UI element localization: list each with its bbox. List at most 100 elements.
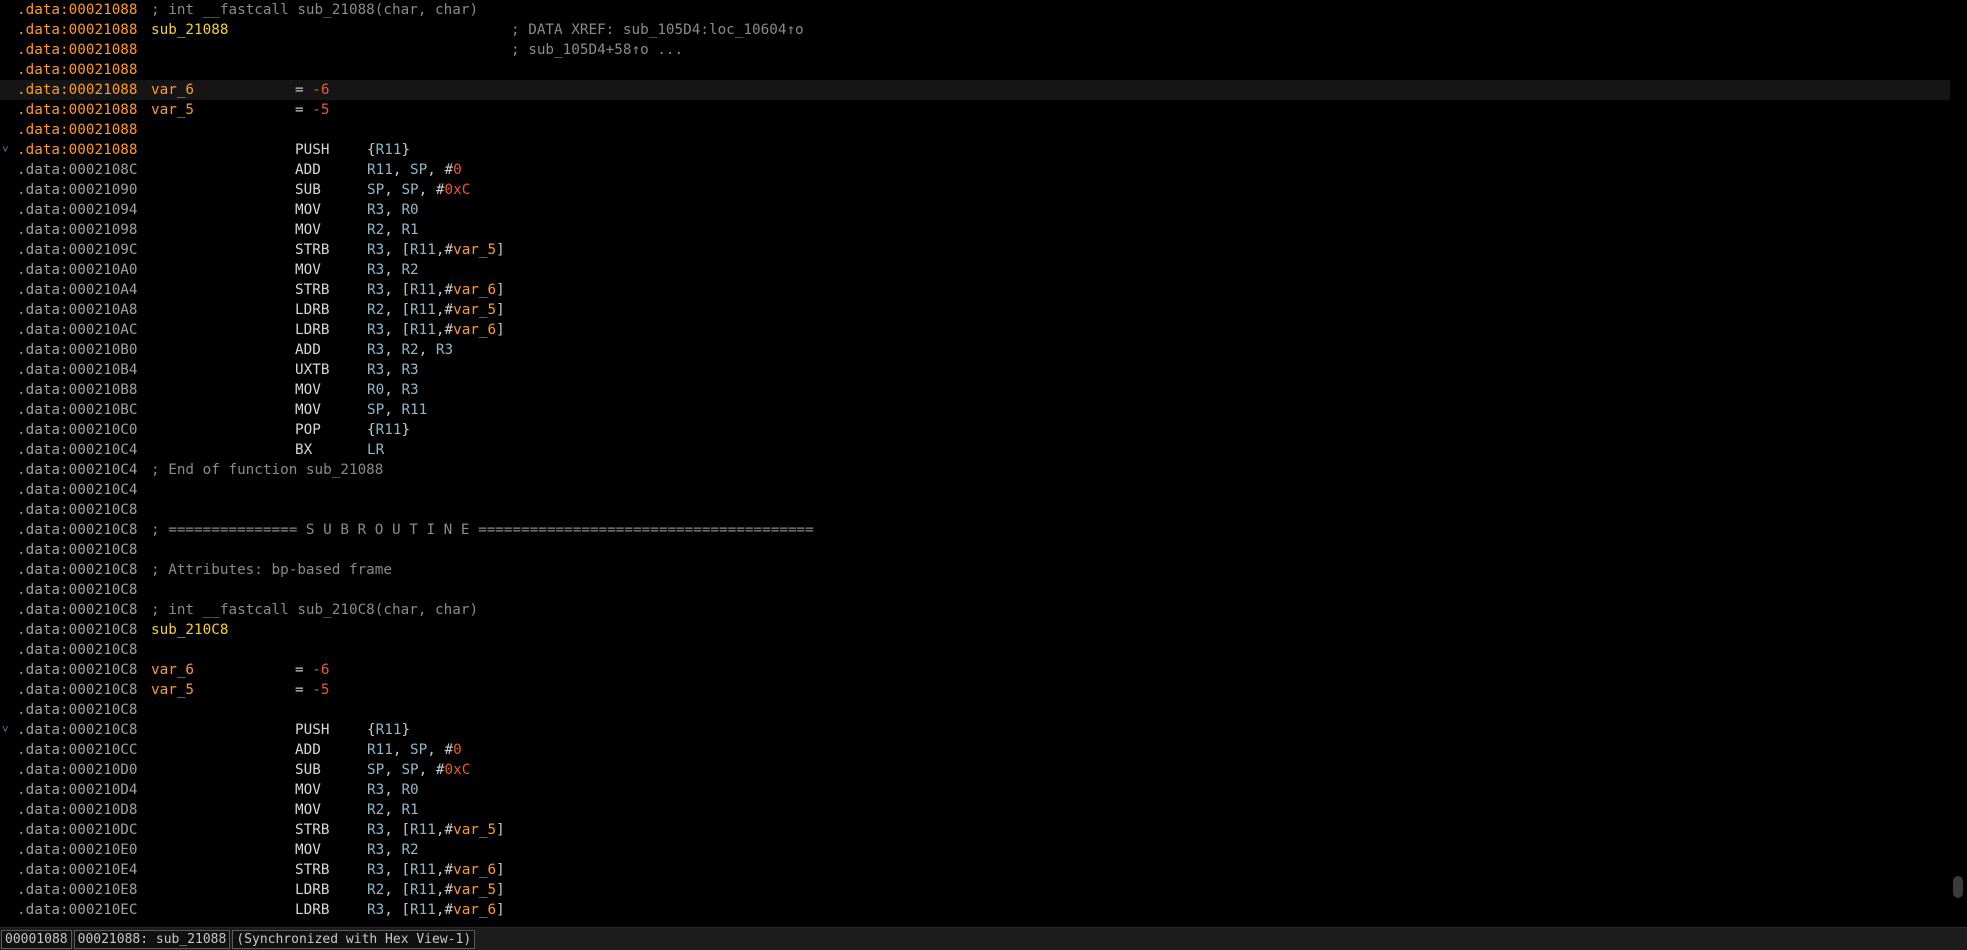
line-address[interactable]: .data:000210B8 [17,380,138,400]
line-address[interactable]: .data:000210CC [17,740,138,760]
operand-register[interactable]: R3 [367,262,384,278]
operand-register[interactable]: R3 [367,822,384,838]
operand-stack-var[interactable]: var_5 [453,882,496,898]
instruction-operands[interactable]: R3, R0 [367,200,419,220]
line-address[interactable]: .data:000210B4 [17,360,138,380]
stack-var-name[interactable]: var_6 [151,80,194,100]
instruction-mnemonic[interactable]: LDRB [295,320,329,340]
operand-immediate[interactable]: 0 [453,162,462,178]
disasm-line[interactable]: .data:000210E4 STRB R3, [R11,#var_6] [0,860,1950,880]
disasm-line[interactable]: .data:000210C8 sub_210C8 [0,620,1950,640]
operand-register[interactable]: R1 [401,222,418,238]
operand-register[interactable]: SP [401,762,418,778]
operand-register[interactable]: R3 [367,202,384,218]
instruction-mnemonic[interactable]: MOV [295,400,321,420]
line-address[interactable]: .data:000210D0 [17,760,138,780]
disasm-line[interactable]: .data:000210C8 ; Attributes: bp-based fra… [0,560,1950,580]
disasm-line[interactable]: .data:000210E0 MOV R3, R2 [0,840,1950,860]
instruction-mnemonic[interactable]: MOV [295,800,321,820]
disasm-line[interactable]: .data:00021088 var_5 = -5 [0,100,1950,120]
collapse-chevron-icon[interactable]: ˅ [2,720,9,740]
operand-register[interactable]: SP [410,162,427,178]
line-address[interactable]: .data:000210C4 [17,480,138,500]
operand-register[interactable]: SP [367,182,384,198]
instruction-mnemonic[interactable]: SUB [295,180,321,200]
instruction-operands[interactable]: R3, [R11,#var_6] [367,860,505,880]
line-address[interactable]: .data:000210AC [17,320,138,340]
operand-register[interactable]: R2 [367,802,384,818]
line-address[interactable]: .data:00021094 [17,200,138,220]
operand-register[interactable]: SP [367,762,384,778]
disasm-line[interactable]: .data:000210C8 ; =============== S U B R … [0,520,1950,540]
line-address[interactable]: .data:00021098 [17,220,138,240]
line-address[interactable]: .data:000210C8 [17,620,138,640]
disasm-line[interactable]: .data:000210DC STRB R3, [R11,#var_5] [0,820,1950,840]
disasm-line[interactable]: .data:00021098 MOV R2, R1 [0,220,1950,240]
disassembly-view[interactable]: .data:00021088; int __fastcall sub_21088… [0,0,1950,927]
function-label[interactable]: sub_210C8 [151,620,228,640]
disasm-line[interactable]: .data:000210C4 [0,480,1950,500]
instruction-operands[interactable]: {R11} [367,140,410,160]
stack-var-name[interactable]: var_5 [151,100,194,120]
operand-register[interactable]: R11 [410,862,436,878]
instruction-operands[interactable]: R3, R2 [367,260,419,280]
operand-register[interactable]: R2 [367,302,384,318]
operand-register[interactable]: R3 [367,862,384,878]
instruction-mnemonic[interactable]: UXTB [295,360,329,380]
operand-register[interactable]: R0 [401,782,418,798]
disasm-line[interactable]: .data:00021088 [0,60,1950,80]
instruction-operands[interactable]: R2, [R11,#var_5] [367,880,505,900]
operand-register[interactable]: R0 [367,382,384,398]
operand-register[interactable]: R11 [401,402,427,418]
operand-stack-var[interactable]: var_5 [453,822,496,838]
instruction-mnemonic[interactable]: SUB [295,760,321,780]
instruction-operands[interactable]: LR [367,440,384,460]
line-address[interactable]: .data:000210C8 [17,600,138,620]
disasm-line[interactable]: .data:000210C4 BX LR [0,440,1950,460]
disasm-line[interactable]: .data:00021088 [0,120,1950,140]
line-address[interactable]: .data:000210E4 [17,860,138,880]
operand-register[interactable]: R11 [410,242,436,258]
instruction-operands[interactable]: R3, R2 [367,840,419,860]
line-address[interactable]: .data:000210EC [17,900,138,920]
instruction-mnemonic[interactable]: MOV [295,200,321,220]
operand-register[interactable]: R3 [401,382,418,398]
instruction-mnemonic[interactable]: PUSH [295,720,329,740]
operand-register[interactable]: R3 [401,362,418,378]
function-label[interactable]: sub_21088 [151,20,228,40]
operand-register[interactable]: R2 [401,842,418,858]
disasm-line[interactable]: .data:000210D8 MOV R2, R1 [0,800,1950,820]
line-address[interactable]: .data:00021088 [17,40,138,60]
operand-register[interactable]: SP [401,182,418,198]
instruction-operands[interactable]: SP, SP, #0xC [367,760,470,780]
operand-register[interactable]: R11 [410,302,436,318]
line-address[interactable]: .data:0002108C [17,160,138,180]
operand-register[interactable]: SP [410,742,427,758]
instruction-mnemonic[interactable]: PUSH [295,140,329,160]
line-address[interactable]: .data:000210E0 [17,840,138,860]
operand-register[interactable]: R11 [410,822,436,838]
instruction-mnemonic[interactable]: ADD [295,340,321,360]
operand-register[interactable]: R3 [367,902,384,918]
line-address[interactable]: .data:00021088 [17,20,138,40]
disasm-line[interactable]: .data:000210D0 SUB SP, SP, #0xC [0,760,1950,780]
line-address[interactable]: .data:00021088 [17,100,138,120]
line-address[interactable]: .data:000210C8 [17,680,138,700]
disasm-line[interactable]: .data:000210A4 STRB R3, [R11,#var_6] [0,280,1950,300]
disasm-line[interactable]: .data:0002108C ADD R11, SP, #0 [0,160,1950,180]
disasm-line[interactable]: .data:000210C0 POP {R11} [0,420,1950,440]
line-address[interactable]: .data:00021090 [17,180,138,200]
disasm-line[interactable]: .data:000210E8 LDRB R2, [R11,#var_5] [0,880,1950,900]
line-address[interactable]: .data:000210D4 [17,780,138,800]
instruction-mnemonic[interactable]: MOV [295,840,321,860]
line-address[interactable]: .data:000210C8 [17,520,138,540]
disasm-line[interactable]: .data:000210B0 ADD R3, R2, R3 [0,340,1950,360]
instruction-operands[interactable]: R2, R1 [367,220,419,240]
line-address[interactable]: .data:000210A0 [17,260,138,280]
disasm-line[interactable]: .data:000210C8 [0,640,1950,660]
disasm-line[interactable]: .data:000210C8 var_5 = -5 [0,680,1950,700]
operand-register[interactable]: R11 [367,742,393,758]
instruction-mnemonic[interactable]: ADD [295,160,321,180]
instruction-mnemonic[interactable]: ADD [295,740,321,760]
instruction-operands[interactable]: R11, SP, #0 [367,160,462,180]
